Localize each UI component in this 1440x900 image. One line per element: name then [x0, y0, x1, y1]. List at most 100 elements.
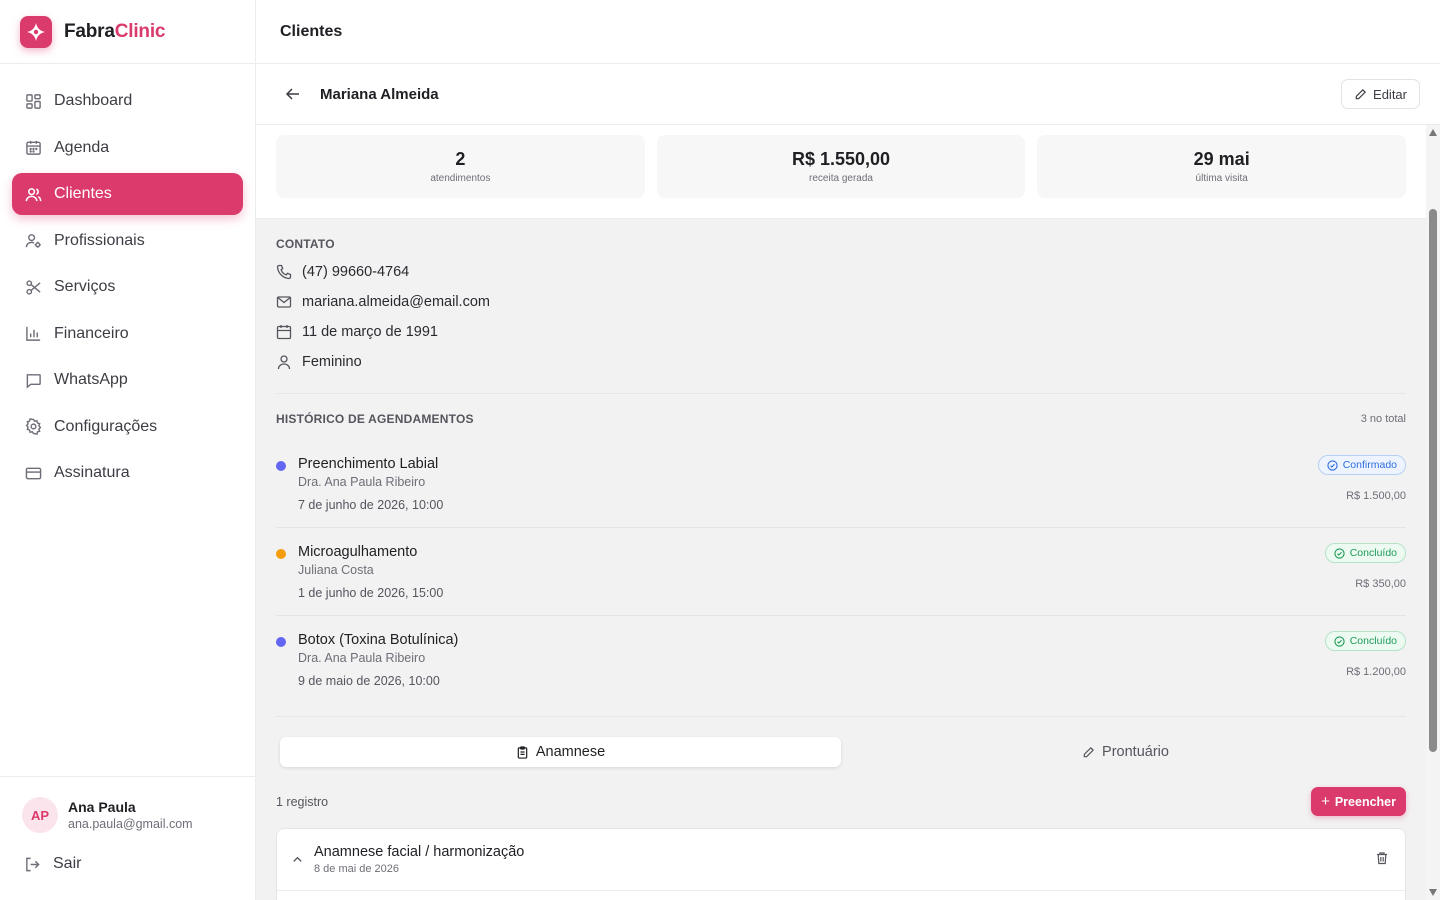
- record-card: Anamnese facial / harmonização 8 de mai …: [276, 828, 1406, 900]
- appointment-service: Microagulhamento: [298, 544, 418, 560]
- client-name: Mariana Almeida: [320, 85, 439, 103]
- back-arrow-icon[interactable]: [284, 85, 302, 103]
- appointment-professional: Juliana Costa: [298, 563, 374, 577]
- sidebar-nav: Dashboard Agenda Clientes Profissionais …: [0, 64, 255, 494]
- mail-icon: [276, 294, 292, 310]
- contact-birthdate-value: 11 de março de 1991: [302, 324, 438, 340]
- appointment-professional: Dra. Ana Paula Ribeiro: [298, 475, 426, 489]
- person-icon: [276, 354, 292, 370]
- sidebar-item-label: WhatsApp: [54, 371, 128, 388]
- trash-icon[interactable]: [1375, 851, 1389, 865]
- status-badge: Concluído: [1324, 543, 1406, 563]
- stats-row: 2 atendimentos R$ 1.550,00 receita gerad…: [256, 125, 1426, 219]
- history-title: HISTÓRICO DE AGENDAMENTOS: [276, 412, 474, 426]
- history-count: 3 no total: [1360, 413, 1406, 425]
- scroll-up-arrow-icon[interactable]: [1429, 129, 1437, 136]
- appointment-date: 9 de maio de 2026, 10:00: [298, 674, 440, 688]
- stat-value: 2: [455, 149, 466, 169]
- scrollbar[interactable]: [1426, 125, 1440, 900]
- appointment-item[interactable]: Botox (Toxina Botulínica) Dra. Ana Paula…: [276, 616, 1406, 704]
- sidebar-item-label: Serviços: [54, 278, 116, 295]
- page-title: Clientes: [280, 22, 343, 40]
- edit-button-label: Editar: [1373, 86, 1407, 102]
- appointment-item[interactable]: Microagulhamento Juliana Costa 1 de junh…: [276, 528, 1406, 616]
- status-badge: Confirmado: [1317, 455, 1406, 475]
- sidebar-item-label: Profissionais: [54, 231, 145, 249]
- contact-title: CONTATO: [276, 237, 335, 251]
- tab-label: Anamnese: [535, 744, 606, 760]
- status-badge-label: Concluído: [1349, 547, 1397, 559]
- records-area: Anamnese Prontuário 1 registro + Preench…: [276, 717, 1406, 900]
- sidebar-item-configuracoes[interactable]: Configurações: [12, 406, 243, 448]
- brand[interactable]: FabraClinic: [0, 0, 255, 64]
- phone-icon: [276, 264, 292, 280]
- tab-anamnese[interactable]: Anamnese: [280, 737, 841, 767]
- contact-gender: Feminino: [276, 347, 1406, 377]
- status-dot: [276, 637, 286, 647]
- sidebar-item-dashboard[interactable]: Dashboard: [12, 80, 243, 122]
- appointment-date: 1 de junho de 2026, 15:00: [298, 586, 444, 600]
- contact-phone-value: (47) 99660-4764: [302, 264, 410, 280]
- stat-card: 2 atendimentos: [276, 135, 645, 198]
- contact-birthdate: 11 de março de 1991: [276, 317, 1406, 347]
- sidebar-item-label: Clientes: [54, 185, 112, 202]
- fill-button[interactable]: + Preencher: [1311, 787, 1406, 816]
- status-badge: Concluído: [1324, 631, 1406, 651]
- sidebar-item-servicos[interactable]: Serviços: [12, 266, 243, 308]
- record-header[interactable]: Anamnese facial / harmonização 8 de mai …: [277, 829, 1405, 891]
- brand-name-part2: Clinic: [114, 20, 166, 42]
- sidebar-item-assinatura[interactable]: Assinatura: [12, 452, 243, 494]
- edit-button[interactable]: Editar: [1341, 79, 1420, 109]
- sidebar-item-label: Financeiro: [54, 324, 129, 342]
- sidebar-item-label: Assinatura: [54, 464, 130, 481]
- fill-button-label: Preencher: [1334, 794, 1396, 809]
- stat-value: 29 mai: [1193, 149, 1250, 169]
- scrollbar-thumb[interactable]: [1429, 209, 1437, 752]
- appointment-date: 7 de junho de 2026, 10:00: [298, 498, 444, 512]
- appointment-price: R$ 350,00: [1355, 578, 1406, 590]
- avatar: AP: [22, 797, 58, 833]
- chevron-up-icon: [291, 853, 304, 866]
- brand-name: FabraClinic: [64, 21, 165, 43]
- appointment-professional: Dra. Ana Paula Ribeiro: [298, 651, 426, 665]
- sidebar-item-whatsapp[interactable]: WhatsApp: [12, 359, 243, 401]
- stat-label: atendimentos: [430, 173, 491, 184]
- user-profile[interactable]: AP Ana Paula ana.paula@gmail.com: [22, 797, 233, 833]
- appointment-service: Preenchimento Labial: [298, 456, 439, 472]
- contact-section: CONTATO (47) 99660-4764 mariana.almeida@…: [276, 219, 1406, 394]
- stat-card: 29 mai última visita: [1037, 135, 1407, 198]
- contact-email: mariana.almeida@email.com: [276, 287, 1406, 317]
- records-count: 1 registro: [276, 794, 329, 809]
- clipboard-icon: [516, 745, 529, 759]
- sidebar-item-financeiro[interactable]: Financeiro: [12, 313, 243, 355]
- sidebar-item-profissionais[interactable]: Profissionais: [12, 220, 243, 262]
- users-icon: [24, 185, 42, 203]
- appointment-item[interactable]: Preenchimento Labial Dra. Ana Paula Ribe…: [276, 440, 1406, 528]
- brand-name-part1: Fabra: [64, 20, 115, 42]
- check-circle-icon: [1334, 547, 1345, 559]
- sidebar-item-agenda[interactable]: Agenda: [12, 127, 243, 169]
- plus-icon: +: [1321, 793, 1330, 810]
- status-badge-label: Concluído: [1349, 635, 1397, 647]
- contact-email-value: mariana.almeida@email.com: [302, 294, 490, 310]
- sidebar-footer: AP Ana Paula ana.paula@gmail.com Sair: [0, 776, 255, 900]
- client-detail-scroll[interactable]: 2 atendimentos R$ 1.550,00 receita gerad…: [256, 125, 1426, 900]
- appointment-service: Botox (Toxina Botulínica): [298, 632, 459, 648]
- scroll-down-arrow-icon[interactable]: [1429, 889, 1437, 896]
- check-circle-icon: [1327, 459, 1338, 471]
- logout-label: Sair: [53, 855, 82, 872]
- dashboard-icon: [24, 92, 42, 110]
- stat-label: última visita: [1195, 173, 1248, 184]
- stat-card: R$ 1.550,00 receita gerada: [656, 135, 1026, 198]
- tab-prontuario[interactable]: Prontuário: [845, 737, 1406, 767]
- logout-button[interactable]: Sair: [22, 855, 233, 873]
- sidebar-item-label: Dashboard: [54, 92, 133, 109]
- brand-logo-icon: [20, 15, 52, 48]
- status-dot: [276, 461, 286, 471]
- bar-chart-icon: [24, 325, 42, 343]
- gear-icon: [24, 418, 42, 436]
- sidebar-item-clientes[interactable]: Clientes: [12, 173, 243, 215]
- contact-phone: (47) 99660-4764: [276, 257, 1406, 287]
- chat-icon: [24, 371, 42, 389]
- topbar: Clientes: [256, 0, 1440, 64]
